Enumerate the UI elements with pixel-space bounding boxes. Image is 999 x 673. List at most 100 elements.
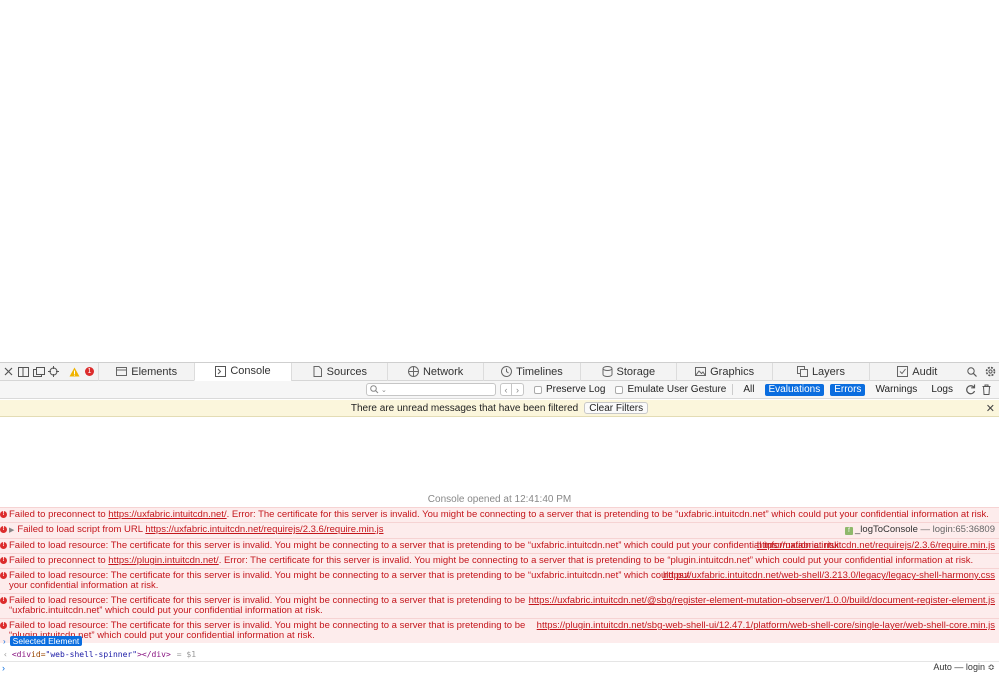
error-count: 1 [85, 367, 94, 376]
message-source[interactable]: f _logToConsole — login:65:36809 [845, 525, 995, 535]
result-reference: = $1 [176, 649, 197, 659]
error-count-badge[interactable]: 1 [83, 365, 96, 379]
checkbox-box [615, 385, 624, 394]
tab-elements[interactable]: Elements [98, 362, 194, 381]
code-attr: id= [31, 649, 46, 659]
audit-icon [897, 366, 909, 377]
storage-icon [602, 366, 613, 377]
source-location: login:65:36809 [932, 524, 995, 535]
web-inspector: 1 Elements Console Sources Network Timel… [0, 362, 999, 673]
message-text: Failed to load resource: The certificate… [9, 540, 842, 551]
reload-icon[interactable] [963, 383, 977, 397]
console-error-message[interactable]: ! Failed to load resource: The certifica… [0, 568, 999, 593]
filter-all-button[interactable]: All [739, 384, 758, 396]
message-link[interactable]: https://plugin.intuitcdn.net/ [108, 555, 218, 566]
message-text: Failed to load resource: The certificate… [9, 595, 526, 616]
detach-window-icon[interactable] [32, 365, 45, 379]
selected-element-row: › Selected Element [0, 635, 999, 647]
message-source-link[interactable]: https://uxfabric.intuitcdn.net/web-shell… [663, 571, 995, 581]
message-source-link[interactable]: https://plugin.intuitcdn.net/sbg-web-she… [537, 621, 995, 631]
console-opened-timestamp: Console opened at 12:41:40 PM [427, 494, 572, 505]
console-prompt[interactable]: › Auto — login ≎ [0, 661, 999, 673]
filter-errors-button[interactable]: Errors [830, 383, 866, 396]
notice-text: There are unread messages that have been… [350, 402, 579, 414]
console-error-message[interactable]: ! Failed to load resource: The certifica… [0, 593, 999, 618]
console-error-message[interactable]: ! Failed to load resource: The certifica… [0, 538, 999, 553]
console-filter-bar: ⌄ ‹ › Preserve Log Emulate User Gesture … [0, 381, 999, 399]
divider [732, 384, 734, 395]
error-icon: ! [0, 597, 7, 604]
checkbox-box [533, 385, 542, 394]
error-icon: ! [0, 557, 7, 564]
tab-console[interactable]: Console [194, 362, 291, 381]
preserve-log-checkbox[interactable]: Preserve Log [533, 384, 606, 395]
console-result-row[interactable]: ‹ <div id= "web-shell-spinner" ></div> = $… [0, 648, 999, 660]
message-text: Failed to preconnect to [9, 509, 109, 520]
tab-graphics[interactable]: Graphics [675, 362, 772, 381]
web-page-viewport [0, 0, 999, 362]
tab-label: Network [422, 365, 464, 378]
tab-label: Sources [326, 365, 367, 378]
console-error-message[interactable]: ! ▶ Failed to load script from URL https:… [0, 522, 999, 538]
dock-side-icon[interactable] [17, 365, 30, 379]
filter-warnings-button[interactable]: Warnings [871, 384, 921, 396]
selected-element-badge: Selected Element [9, 636, 83, 646]
inspector-tools [965, 363, 999, 381]
error-icon: ! [0, 511, 7, 518]
element-picker-icon[interactable] [47, 365, 60, 379]
elements-icon [116, 366, 128, 377]
filter-logs-button[interactable]: Logs [927, 384, 957, 396]
disclosure-triangle-icon[interactable]: ▶ [9, 527, 14, 534]
search-icon[interactable] [965, 365, 979, 379]
console-error-message[interactable]: ! Failed to preconnect to https://plugin… [0, 553, 999, 568]
message-source-link[interactable]: https://uxfabric.intuitcdn.net/@sbg/regi… [529, 596, 995, 606]
error-icon: ! [0, 542, 7, 549]
search-icon [370, 385, 379, 394]
code-value: "web-shell-spinner" [45, 649, 138, 659]
function-icon: f [845, 527, 854, 535]
chevron-down-icon: ⌄ [380, 386, 387, 394]
close-icon[interactable] [2, 365, 15, 379]
console-filter-input[interactable]: ⌄ [365, 383, 496, 396]
tab-label: Graphics [710, 365, 755, 378]
clear-filters-button[interactable]: Clear Filters [584, 402, 649, 414]
preserve-log-label: Preserve Log [545, 384, 606, 395]
next-match-button[interactable]: › [511, 383, 524, 396]
message-text: . Error: The certificate for this server… [218, 555, 974, 566]
code-tag-close: ></div> [137, 649, 171, 659]
tab-sources[interactable]: Sources [290, 362, 387, 381]
tab-network[interactable]: Network [386, 362, 483, 381]
tab-label: Console [230, 365, 271, 377]
message-text: . Error: The certificate for this server… [226, 509, 989, 520]
execution-context-selector[interactable]: Auto — login ≎ [933, 662, 995, 673]
message-text: Failed to load resource: The certificate… [9, 570, 690, 591]
previous-match-button[interactable]: ‹ [499, 383, 512, 396]
function-name: _logToConsole [855, 524, 918, 535]
message-source-link[interactable]: https://uxfabric.intuitcdn.net/requirejs… [757, 541, 995, 551]
console-error-message[interactable]: ! Failed to preconnect to https://uxfabr… [0, 507, 999, 522]
tab-timelines[interactable]: Timelines [483, 362, 579, 381]
tab-audit[interactable]: Audit [868, 362, 965, 381]
message-link[interactable]: https://uxfabric.intuitcdn.net/ [108, 509, 226, 520]
network-icon [407, 366, 419, 377]
emulate-gesture-checkbox[interactable]: Emulate User Gesture [615, 384, 726, 395]
filter-evaluations-button[interactable]: Evaluations [764, 383, 825, 396]
prompt-chevron-icon: › [2, 662, 5, 673]
inspector-tab-bar: 1 Elements Console Sources Network Timel… [0, 362, 999, 381]
gear-icon[interactable] [983, 365, 997, 379]
error-icon: ! [0, 622, 7, 629]
layers-icon [796, 366, 808, 377]
filtered-messages-notice: There are unread messages that have been… [0, 400, 999, 417]
tab-storage[interactable]: Storage [579, 362, 676, 381]
message-link[interactable]: https://uxfabric.intuitcdn.net/requirejs… [145, 524, 383, 535]
close-icon[interactable]: ✕ [986, 402, 995, 415]
trash-icon[interactable] [979, 383, 993, 397]
tab-label: Timelines [516, 365, 563, 378]
warning-icon[interactable] [68, 365, 81, 379]
message-text: Failed to load script from URL [17, 524, 146, 535]
tab-layers[interactable]: Layers [772, 362, 868, 381]
tab-label: Audit [912, 365, 938, 378]
chevron-right-icon: › [3, 636, 6, 646]
console-messages: ! Failed to preconnect to https://uxfabr… [0, 507, 999, 643]
error-icon: ! [0, 572, 7, 579]
